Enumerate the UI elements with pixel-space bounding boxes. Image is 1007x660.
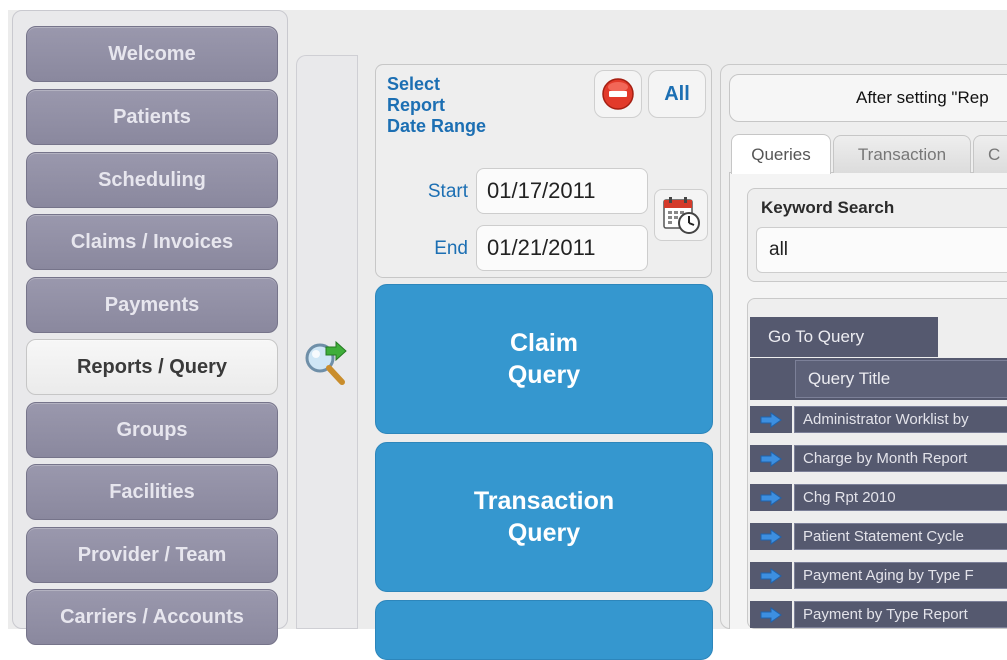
end-label: End bbox=[434, 238, 468, 259]
nav-scheduling[interactable]: Scheduling bbox=[26, 152, 278, 208]
arrow-right-icon[interactable] bbox=[750, 562, 792, 589]
search-arrow-icon[interactable] bbox=[300, 339, 354, 389]
query-row-title[interactable]: Payment Aging by Type F bbox=[794, 562, 1007, 589]
claim-query-line1: Claim bbox=[509, 329, 579, 357]
calendar-button[interactable] bbox=[654, 189, 708, 241]
keyword-search-input[interactable] bbox=[756, 227, 1007, 273]
end-date-input[interactable] bbox=[476, 225, 648, 271]
nav-carriers-accounts[interactable]: Carriers / Accounts bbox=[26, 589, 278, 645]
nav-welcome[interactable]: Welcome bbox=[26, 26, 278, 82]
arrow-right-icon[interactable] bbox=[750, 445, 792, 472]
notice-banner: After setting "Rep bbox=[729, 74, 1007, 122]
tab-partial[interactable]: C bbox=[973, 135, 1007, 173]
calendar-clock-icon bbox=[663, 197, 700, 234]
transaction-query-line1: Transaction bbox=[473, 487, 615, 515]
date-title-line1: Select bbox=[387, 74, 441, 94]
nav-facilities[interactable]: Facilities bbox=[26, 464, 278, 520]
query-row: Chg Rpt 2010 bbox=[750, 484, 1007, 513]
nav-patients[interactable]: Patients bbox=[26, 89, 278, 145]
query-row-title[interactable]: Payment by Type Report bbox=[794, 601, 1007, 628]
nav-payments[interactable]: Payments bbox=[26, 277, 278, 333]
query-row-title[interactable]: Administrator Worklist by bbox=[794, 406, 1007, 433]
keyword-search-label: Keyword Search bbox=[761, 198, 895, 217]
clear-date-button[interactable] bbox=[594, 70, 642, 118]
date-title-line2: Report bbox=[387, 95, 445, 115]
strip-divider bbox=[357, 55, 358, 629]
nav-claims-invoices[interactable]: Claims / Invoices bbox=[26, 214, 278, 270]
third-query-button[interactable] bbox=[375, 600, 713, 660]
query-row-title[interactable]: Patient Statement Cycle bbox=[794, 523, 1007, 550]
query-row: Payment Aging by Type F bbox=[750, 562, 1007, 591]
arrow-right-icon[interactable] bbox=[750, 601, 792, 628]
query-title-column-header[interactable]: Query Title bbox=[795, 360, 1007, 398]
transaction-query-line2: Query bbox=[507, 519, 581, 547]
start-label: Start bbox=[427, 181, 468, 202]
claim-query-line2: Query bbox=[507, 361, 581, 389]
query-row: Administrator Worklist by bbox=[750, 406, 1007, 435]
query-row: Charge by Month Report bbox=[750, 445, 1007, 474]
all-dates-button[interactable]: All bbox=[648, 70, 706, 118]
nav-provider-team[interactable]: Provider / Team bbox=[26, 527, 278, 583]
query-row-title[interactable]: Chg Rpt 2010 bbox=[794, 484, 1007, 511]
date-title-line3: Date Range bbox=[387, 116, 487, 136]
date-range-title: Select Report Date Range bbox=[387, 74, 587, 137]
query-row-title[interactable]: Charge by Month Report bbox=[794, 445, 1007, 472]
arrow-right-icon[interactable] bbox=[750, 484, 792, 511]
arrow-right-icon[interactable] bbox=[750, 406, 792, 433]
minus-circle-icon bbox=[602, 78, 634, 110]
query-row: Patient Statement Cycle bbox=[750, 523, 1007, 552]
transaction-query-button[interactable]: Transaction Query bbox=[375, 442, 713, 592]
tab-queries[interactable]: Queries bbox=[731, 134, 831, 174]
tab-transaction[interactable]: Transaction bbox=[833, 135, 971, 173]
start-date-input[interactable] bbox=[476, 168, 648, 214]
go-to-query-header: Go To Query bbox=[750, 317, 938, 357]
query-row: Payment by Type Report bbox=[750, 601, 1007, 630]
claim-query-button[interactable]: Claim Query bbox=[375, 284, 713, 434]
nav-groups[interactable]: Groups bbox=[26, 402, 278, 458]
nav-reports-query[interactable]: Reports / Query bbox=[26, 339, 278, 395]
arrow-right-icon[interactable] bbox=[750, 523, 792, 550]
